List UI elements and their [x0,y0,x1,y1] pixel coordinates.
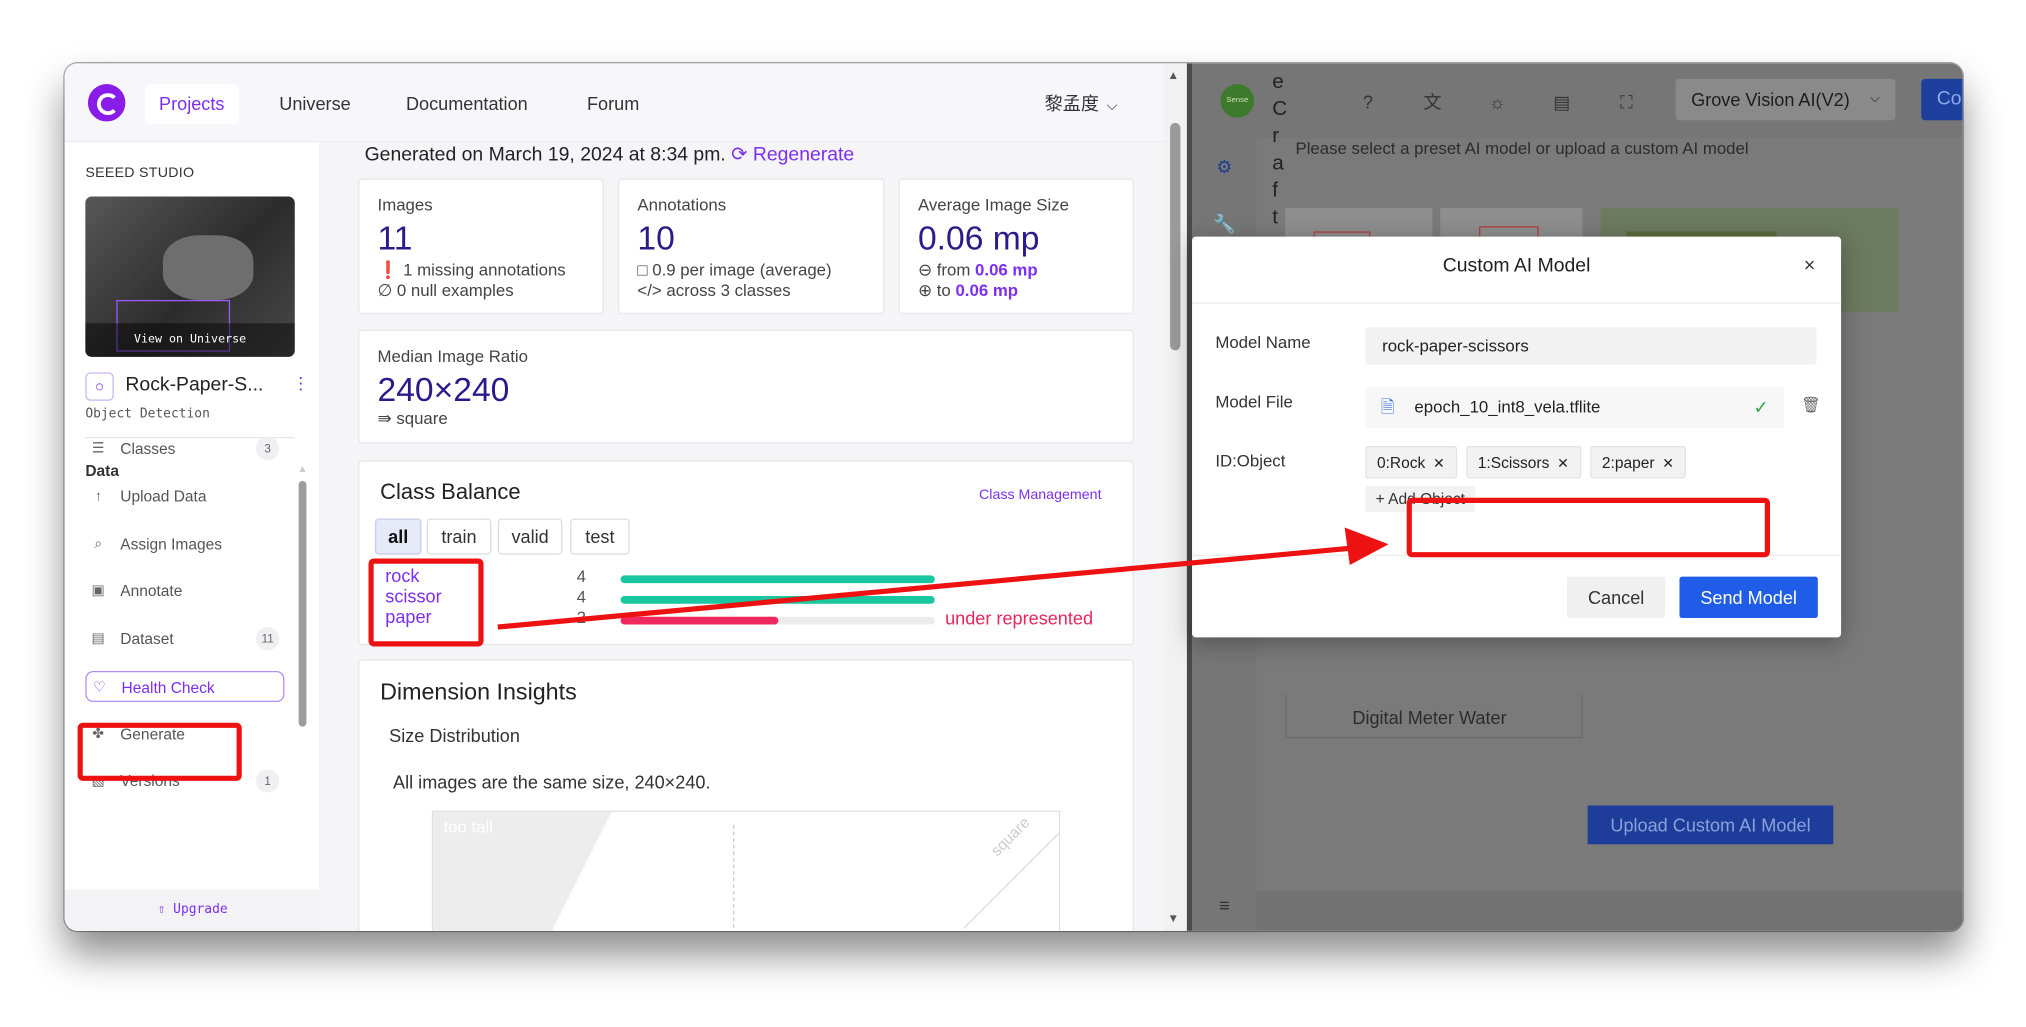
zoom-layer: Projects Universe Documentation Forum 黎孟… [0,0,2026,1027]
arrow-line [497,545,1352,630]
screenshot-stage: Projects Universe Documentation Forum 黎孟… [0,0,2026,1027]
annotation-arrow [497,527,1389,630]
arrow-head [1344,527,1389,565]
